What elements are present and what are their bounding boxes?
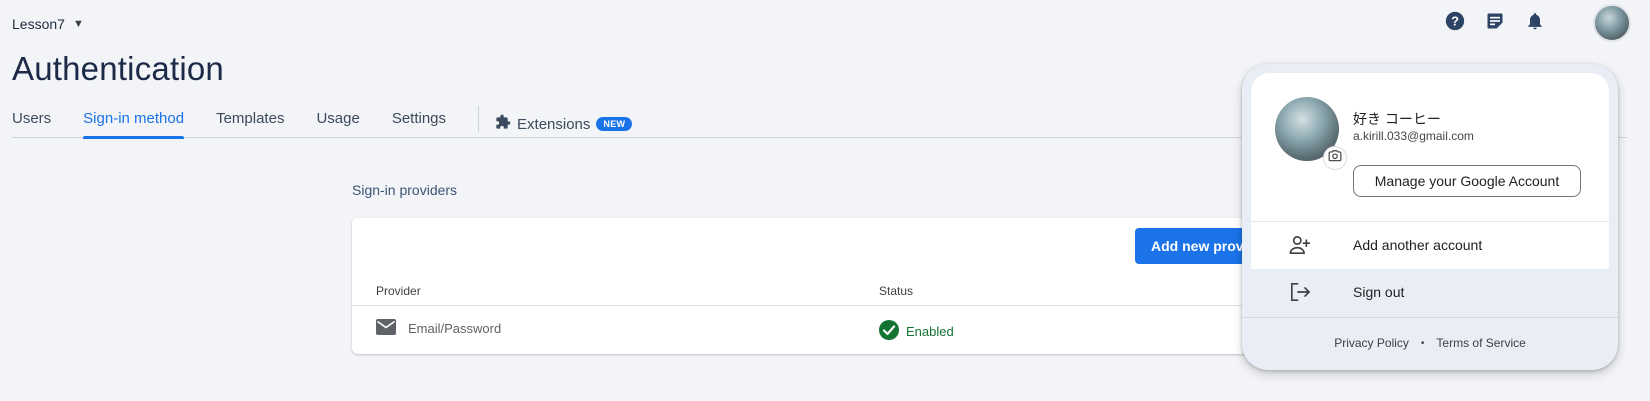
table-row[interactable]: Email/Password Enabled [352, 307, 1272, 353]
status-text: Enabled [906, 324, 954, 339]
camera-icon [1328, 149, 1342, 168]
manage-account-button[interactable]: Manage your Google Account [1353, 165, 1581, 197]
person-add-icon [1289, 235, 1311, 260]
tab-users[interactable]: Users [12, 104, 51, 138]
change-photo-button[interactable] [1323, 146, 1347, 170]
email-icon [376, 319, 396, 338]
divider [1242, 317, 1618, 318]
account-name: 好き コーヒー [1353, 111, 1441, 127]
release-notes-icon[interactable] [1484, 10, 1506, 32]
account-popup: 好き コーヒー a.kirill.033@gmail.com Manage yo… [1242, 64, 1618, 370]
project-switcher[interactable]: Lesson7 ▼ [12, 14, 84, 34]
table-header: Provider Status [352, 284, 1272, 306]
column-header-provider: Provider [376, 284, 421, 298]
column-header-status: Status [879, 284, 914, 298]
provider-cell: Email/Password [376, 319, 501, 338]
tab-extensions[interactable]: Extensions NEW [495, 104, 633, 138]
sign-out-item[interactable]: Sign out [1251, 269, 1609, 317]
extensions-label: Extensions [517, 115, 591, 133]
project-name: Lesson7 [12, 16, 65, 32]
account-avatar-button[interactable] [1593, 4, 1631, 42]
popup-footer: Privacy Policy • Terms of Service [1242, 336, 1618, 350]
notifications-icon[interactable] [1524, 10, 1546, 32]
provider-name: Email/Password [408, 321, 502, 336]
tab-sign-in-method[interactable]: Sign-in method [83, 104, 184, 139]
sign-out-label: Sign out [1353, 284, 1405, 300]
logout-icon [1289, 282, 1311, 307]
tab-settings[interactable]: Settings [392, 104, 446, 138]
add-account-label: Add another account [1353, 237, 1483, 253]
new-badge: NEW [596, 117, 633, 131]
tab-usage[interactable]: Usage [316, 104, 359, 138]
page-title: Authentication [12, 50, 224, 87]
tab-divider [478, 106, 480, 132]
svg-text:?: ? [1451, 14, 1459, 29]
separator-dot: • [1420, 337, 1425, 349]
extensions-icon [495, 114, 511, 134]
terms-of-service-link[interactable]: Terms of Service [1436, 336, 1525, 350]
tab-templates[interactable]: Templates [216, 104, 284, 138]
help-icon[interactable]: ? [1444, 10, 1466, 32]
privacy-policy-link[interactable]: Privacy Policy [1334, 336, 1409, 350]
account-header: 好き コーヒー a.kirill.033@gmail.com Manage yo… [1251, 73, 1609, 269]
chevron-down-icon: ▼ [72, 18, 84, 30]
providers-card: Add new provi Provider Status Email/Pass… [352, 218, 1295, 354]
section-label: Sign-in providers [352, 182, 458, 198]
account-email: a.kirill.033@gmail.com [1353, 129, 1474, 143]
add-account-item[interactable]: Add another account [1251, 222, 1609, 269]
header-actions: ? [1444, 10, 1546, 32]
status-cell: Enabled [879, 320, 954, 343]
firebase-console-page: Lesson7 ▼ ? Authentication Users Sign-in… [0, 0, 1650, 401]
check-circle-icon [879, 320, 899, 343]
